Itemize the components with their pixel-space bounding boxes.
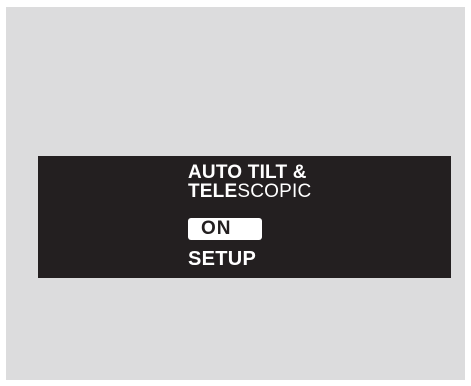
screen-frame: AUTO TILT & TELESCOPIC ON SETUP xyxy=(6,7,465,380)
menu-title-line-1: AUTO TILT & xyxy=(188,163,311,182)
option-setup[interactable]: SETUP xyxy=(188,248,256,270)
display-panel: AUTO TILT & TELESCOPIC ON SETUP xyxy=(38,156,451,278)
title-auto: AUTO xyxy=(188,162,243,183)
menu-title-line-2: TELESCOPIC xyxy=(188,182,311,201)
title-tilt: TILT & xyxy=(242,162,307,183)
title-scopic: SCOPIC xyxy=(237,181,312,202)
title-tele: TELE xyxy=(188,181,238,202)
menu-title: AUTO TILT & TELESCOPIC xyxy=(188,163,311,201)
option-on-selected[interactable]: ON xyxy=(188,218,262,240)
